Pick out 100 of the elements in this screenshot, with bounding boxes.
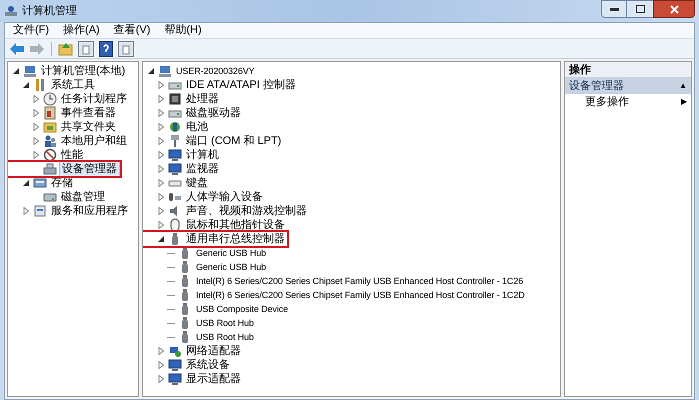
tree-item[interactable]: 事件查看器 [59, 106, 118, 120]
expand-arrow-icon[interactable] [157, 179, 165, 187]
tree-item[interactable]: 端口 (COM 和 LPT) [184, 134, 284, 148]
monitor-icon [168, 372, 182, 386]
storage-icon [33, 176, 47, 190]
expand-arrow-icon[interactable] [32, 137, 40, 145]
expand-arrow-icon[interactable] [157, 109, 165, 117]
expand-arrow-icon[interactable] [157, 375, 165, 383]
tree-item[interactable]: USER-20200326VY [174, 64, 257, 78]
expand-arrow-icon[interactable] [32, 109, 40, 117]
tree-item[interactable]: 存储 [49, 176, 75, 190]
folder-up-icon[interactable] [58, 40, 74, 56]
tree-item[interactable]: 系统设备 [184, 358, 232, 372]
tree-item[interactable]: 键盘 [184, 176, 210, 190]
monitor-icon [168, 148, 182, 162]
submenu-arrow[interactable]: ▶ [681, 96, 687, 108]
services-icon [33, 204, 47, 218]
tree-item[interactable]: 系统工具 [49, 78, 97, 92]
folder-icon [43, 120, 57, 134]
computer-icon [158, 64, 172, 78]
tree-item[interactable]: 计算机管理(本地) [39, 64, 128, 78]
collapse-arrow-icon[interactable] [22, 81, 30, 89]
help-icon[interactable] [98, 40, 114, 56]
menu-item[interactable]: 查看(V) [114, 22, 150, 39]
collapse-arrow-icon[interactable] [157, 235, 165, 243]
tree-item[interactable]: 网络适配器 [184, 344, 243, 358]
expand-arrow-icon[interactable] [157, 151, 165, 159]
tree-item[interactable]: 性能 [59, 148, 85, 162]
expand-arrow-icon[interactable] [157, 81, 165, 89]
tree-item[interactable]: 磁盘驱动器 [184, 106, 243, 120]
expand-arrow-icon[interactable] [157, 347, 165, 355]
expand-arrow-icon[interactable] [157, 361, 165, 369]
app-icon [4, 4, 18, 18]
tree-item[interactable]: Generic USB Hub [194, 260, 268, 274]
section-header[interactable]: 设备管理器 ▲ [565, 78, 691, 94]
pane-icon[interactable] [118, 40, 134, 56]
collapse-arrow-icon[interactable] [12, 67, 20, 75]
expand-arrow-icon[interactable] [157, 123, 165, 131]
controller-icon [168, 190, 182, 204]
tools-icon [33, 78, 47, 92]
expand-arrow-icon[interactable] [157, 193, 165, 201]
device-icon [43, 162, 57, 176]
menu-item[interactable]: 操作(A) [63, 22, 100, 39]
tree-item[interactable]: 服务和应用程序 [49, 204, 130, 218]
tree-item[interactable]: 声音、视频和游戏控制器 [184, 204, 309, 218]
network-icon [168, 344, 182, 358]
close-button[interactable] [653, 0, 695, 18]
expand-arrow-icon[interactable] [157, 221, 165, 229]
menu-item[interactable]: 文件(F) [13, 22, 50, 39]
tree-item[interactable]: Generic USB Hub [194, 246, 268, 260]
action-link[interactable]: 更多操作 [585, 94, 629, 110]
pane-icon[interactable] [78, 40, 94, 56]
expand-arrow-icon[interactable] [157, 137, 165, 145]
expand-arrow-icon[interactable] [32, 123, 40, 131]
minimize-button[interactable] [601, 0, 627, 18]
pane-header: 操作 [565, 62, 691, 78]
tree-item[interactable]: 电池 [184, 120, 210, 134]
tree-item[interactable]: 设备管理器 [59, 161, 120, 177]
window-title: 计算机管理 [22, 4, 77, 19]
tree-item[interactable]: USB Root Hub [194, 330, 256, 344]
tree-item[interactable]: 计算机 [184, 148, 221, 162]
tree-item[interactable]: USB Root Hub [194, 316, 256, 330]
tree-item[interactable]: 任务计划程序 [59, 92, 129, 106]
tree-item[interactable]: 磁盘管理 [59, 190, 107, 204]
expand-arrow-icon[interactable] [157, 207, 165, 215]
users-icon [43, 134, 57, 148]
clock-icon [43, 92, 57, 106]
tree-item[interactable]: 本地用户和组 [59, 134, 129, 148]
minimize-icon [610, 8, 618, 10]
tree-item[interactable]: 显示适配器 [184, 372, 243, 386]
expand-arrow-icon[interactable] [32, 95, 40, 103]
menu-item[interactable]: 帮助(H) [164, 22, 202, 39]
expand-arrow-icon[interactable] [157, 165, 165, 173]
tree-item[interactable]: 通用串行总线控制器 [184, 232, 287, 246]
mouse-icon [168, 218, 182, 232]
expand-arrow-icon[interactable] [32, 151, 40, 159]
tree-item[interactable]: USB Composite Device [194, 302, 290, 316]
computer-icon [23, 64, 37, 78]
tree-item[interactable]: 鼠标和其他指针设备 [184, 218, 287, 232]
tree-item[interactable]: Intel(R) 6 Series/C200 Series Chipset Family USB Enhanced Host Controller - 1C26 [194, 274, 526, 288]
collapse-arrow-icon[interactable] [22, 179, 30, 187]
collapse-arrow-icon[interactable] [147, 67, 155, 75]
tree-item[interactable]: 处理器 [184, 92, 221, 106]
chip-icon [168, 92, 182, 106]
monitor-icon [168, 358, 182, 372]
monitor-icon [168, 162, 182, 176]
tree-item[interactable]: 共享文件夹 [59, 120, 118, 134]
expand-arrow-icon[interactable] [22, 207, 30, 215]
battery-icon [168, 120, 182, 134]
tree-item[interactable]: Intel(R) 6 Series/C200 Series Chipset Family USB Enhanced Host Controller - 1C2D [194, 288, 527, 302]
tree-item[interactable]: 监视器 [184, 162, 221, 176]
maximize-icon [636, 5, 644, 13]
back-arrow-icon[interactable] [9, 40, 25, 56]
close-icon [670, 4, 678, 14]
no-entry-icon [43, 148, 57, 162]
maximize-button[interactable] [627, 0, 653, 18]
expand-arrow-icon[interactable] [157, 95, 165, 103]
tree-item[interactable]: IDE ATA/ATAPI 控制器 [184, 78, 298, 92]
collapse-toggle[interactable]: ▲ [679, 80, 687, 92]
tree-item[interactable]: 人体学输入设备 [184, 190, 265, 204]
